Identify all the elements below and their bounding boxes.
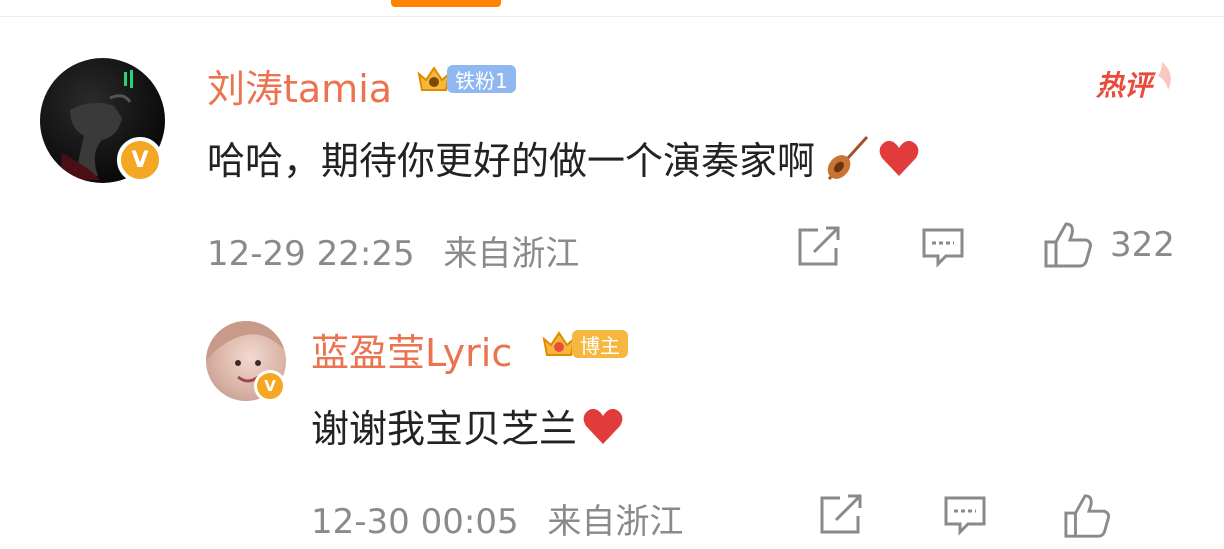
comment-meta: 12-29 22:25 来自浙江 — [207, 226, 579, 275]
share-icon — [798, 226, 840, 266]
verified-badge-icon: V — [254, 370, 286, 402]
like-button[interactable] — [1062, 492, 1112, 540]
share-button[interactable] — [818, 494, 864, 536]
fan-badge[interactable]: 铁粉1 — [415, 60, 516, 98]
timestamp: 12-30 00:05 — [311, 502, 519, 542]
username[interactable]: 刘涛tamia — [207, 58, 392, 113]
comment-button[interactable] — [920, 226, 966, 268]
timestamp: 12-29 22:25 — [207, 234, 415, 274]
comment-icon — [922, 228, 964, 268]
share-icon — [820, 494, 862, 534]
verified-badge-icon: V — [117, 137, 163, 183]
violin-emoji-icon — [827, 135, 869, 180]
location: 来自浙江 — [443, 234, 580, 274]
active-tab-indicator — [391, 0, 501, 7]
location: 来自浙江 — [547, 502, 684, 542]
comment-icon — [944, 496, 986, 536]
reply-text: 谢谢我宝贝芝兰 — [311, 398, 625, 453]
like-count: 322 — [1110, 225, 1175, 265]
role-badge: 博主 — [540, 325, 628, 363]
hot-comment-tag: 热评 — [1096, 60, 1176, 110]
reply-meta: 12-30 00:05 来自浙江 — [311, 494, 683, 543]
like-button[interactable]: 322 — [1042, 220, 1175, 270]
share-button[interactable] — [796, 226, 842, 268]
fan-badge-label: 铁粉1 — [447, 65, 516, 93]
divider — [0, 16, 1224, 17]
role-badge-label: 博主 — [572, 330, 628, 358]
comment-button[interactable] — [942, 494, 988, 536]
heart-emoji-icon — [583, 408, 623, 444]
like-icon — [1064, 494, 1111, 538]
like-icon — [1044, 222, 1092, 268]
heart-emoji-icon — [879, 140, 919, 176]
reply-username[interactable]: 蓝盈莹Lyric — [311, 322, 512, 377]
comment-text: 哈哈，期待你更好的做一个演奏家啊 — [207, 130, 921, 185]
